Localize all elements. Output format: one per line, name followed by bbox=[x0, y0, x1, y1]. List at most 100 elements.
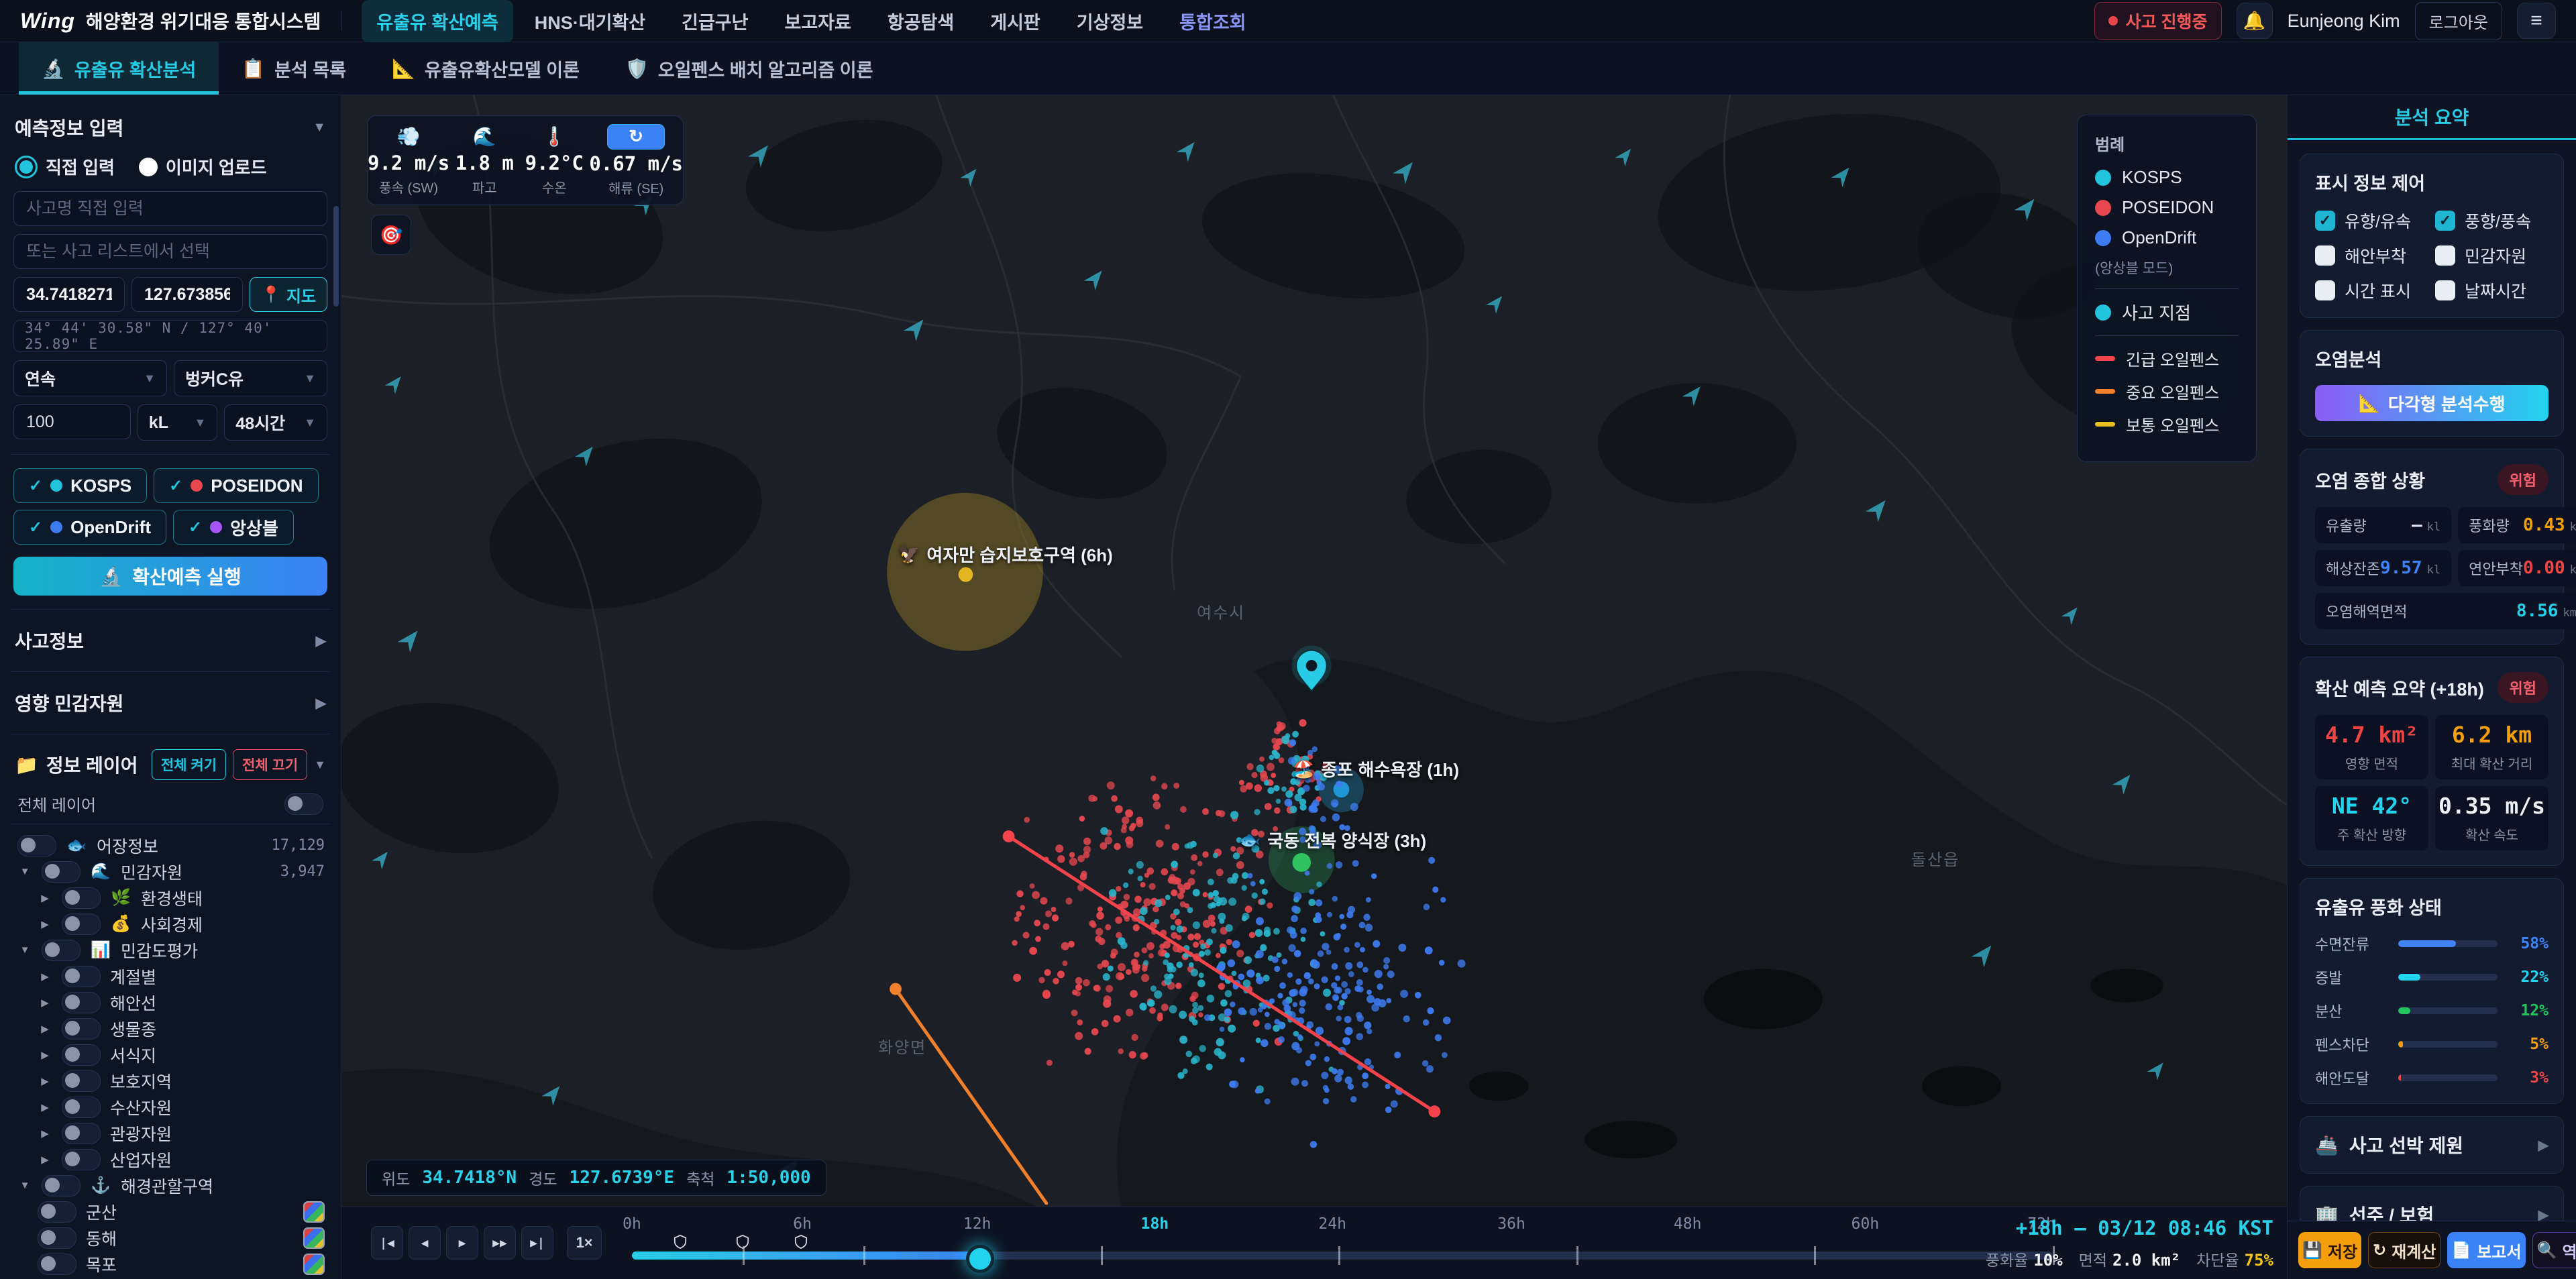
unit-select[interactable]: kL ▼ bbox=[137, 404, 218, 441]
action-역추적[interactable]: 🔍 역추적 bbox=[2532, 1232, 2576, 1268]
chevron-right-icon[interactable]: ▶ bbox=[38, 918, 52, 930]
timeline-track[interactable] bbox=[632, 1245, 2055, 1273]
chevron-right-icon[interactable]: ▶ bbox=[38, 1154, 52, 1166]
action-저장[interactable]: 💾 저장 bbox=[2298, 1232, 2362, 1268]
layer-toggle[interactable] bbox=[62, 965, 101, 987]
nav-item[interactable]: 기상정보 bbox=[1062, 0, 1158, 42]
layer-toggle[interactable] bbox=[42, 860, 80, 883]
model-chip-KOSPS[interactable]: ✓ KOSPS bbox=[13, 468, 148, 503]
oil-type-select[interactable]: 벙커C유 ▼ bbox=[174, 360, 327, 396]
layer-style-swatch[interactable] bbox=[303, 1253, 325, 1275]
latitude-input[interactable] bbox=[13, 277, 125, 312]
owner-insurance-card[interactable]: 🏢 선주 / 보험 ▶ bbox=[2300, 1186, 2564, 1221]
polygon-analysis-button[interactable]: 📐 다각형 분석수행 bbox=[2315, 385, 2548, 421]
pick-on-map-button[interactable]: 📍 지도 bbox=[249, 277, 327, 312]
chevron-right-icon[interactable]: ▶ bbox=[38, 1075, 52, 1087]
layer-row-군산[interactable]: 군산 bbox=[13, 1199, 327, 1225]
layer-row-환경생태[interactable]: ▶ 🌿 환경생태 bbox=[13, 885, 327, 911]
incident-name-input[interactable] bbox=[13, 191, 327, 226]
longitude-input[interactable] bbox=[131, 277, 243, 312]
chevron-right-icon[interactable]: ▶ bbox=[38, 1127, 52, 1139]
chevron-down-icon[interactable]: ▼ bbox=[17, 944, 32, 956]
display-check-날짜시간[interactable]: 날짜시간 bbox=[2435, 278, 2548, 302]
analysis-summary-tab[interactable]: 분석 요약 bbox=[2288, 95, 2576, 140]
all-layers-off-button[interactable]: 전체 끄기 bbox=[233, 749, 308, 780]
action-재계산[interactable]: ↻ 재계산 bbox=[2368, 1232, 2441, 1268]
incident-active-badge[interactable]: 사고 진행중 bbox=[2094, 2, 2222, 40]
nav-item[interactable]: 게시판 bbox=[975, 0, 1055, 42]
chevron-right-icon[interactable]: ▶ bbox=[38, 997, 52, 1009]
action-보고서[interactable]: 📄 보고서 bbox=[2447, 1232, 2526, 1268]
notifications-button[interactable]: 🔔 bbox=[2236, 3, 2273, 39]
display-check-풍향/풍속[interactable]: ✓ 풍향/풍속 bbox=[2435, 209, 2548, 233]
layer-style-swatch[interactable] bbox=[303, 1227, 325, 1249]
layer-row-민감자원[interactable]: ▼ 🌊 민감자원 3,947 bbox=[13, 858, 327, 885]
chevron-right-icon[interactable]: ▶ bbox=[38, 1101, 52, 1113]
layer-toggle[interactable] bbox=[62, 913, 101, 935]
transport-button-1[interactable]: ◀ bbox=[409, 1226, 441, 1260]
transport-button-0[interactable]: |◀ bbox=[371, 1226, 403, 1260]
layer-style-swatch[interactable] bbox=[303, 1201, 325, 1223]
run-prediction-button[interactable]: 🔬 확산예측 실행 bbox=[13, 557, 327, 596]
duration-select[interactable]: 48시간 ▼ bbox=[224, 404, 327, 441]
layer-row-어장정보[interactable]: 🐟 어장정보 17,129 bbox=[13, 832, 327, 858]
radio-direct-input[interactable]: 직접 입력 bbox=[15, 154, 115, 179]
map-canvas[interactable]: 💨 9.2 m/s 풍속 (SW) 🌊 1.8 m 파고 🌡️ 9.2°C 수온 ↻ 0.67 m/… bbox=[341, 95, 2287, 1207]
predict-section-header[interactable]: 예측정보 입력 ▼ bbox=[13, 110, 327, 145]
radio-image-upload[interactable]: 이미지 업로드 bbox=[138, 154, 267, 179]
chevron-right-icon[interactable]: ▶ bbox=[38, 892, 52, 904]
layer-row-보호지역[interactable]: ▶ 보호지역 bbox=[13, 1068, 327, 1094]
layer-toggle[interactable] bbox=[62, 1096, 101, 1118]
amount-input[interactable] bbox=[13, 404, 131, 439]
master-layer-toggle[interactable] bbox=[284, 793, 323, 815]
nav-item[interactable]: 항공탐색 bbox=[873, 0, 969, 42]
nav-item[interactable]: 긴급구난 bbox=[667, 0, 763, 42]
hamburger-menu-button[interactable]: ≡ bbox=[2517, 3, 2556, 39]
layer-toggle[interactable] bbox=[62, 1122, 101, 1144]
model-chip-앙상블[interactable]: ✓ 앙상블 bbox=[173, 510, 294, 545]
transport-button-3[interactable]: ▶▶ bbox=[484, 1226, 516, 1260]
nav-item[interactable]: 통합조회 bbox=[1165, 0, 1260, 42]
layer-row-서식지[interactable]: ▶ 서식지 bbox=[13, 1042, 327, 1068]
tab-분석 목록[interactable]: 📋 분석 목록 bbox=[219, 42, 369, 95]
layer-toggle[interactable] bbox=[38, 1253, 76, 1275]
chevron-right-icon[interactable]: ▶ bbox=[38, 970, 52, 983]
display-check-유향/유속[interactable]: ✓ 유향/유속 bbox=[2315, 209, 2428, 233]
model-chip-OpenDrift[interactable]: ✓ OpenDrift bbox=[13, 510, 166, 545]
timeline-thumb[interactable] bbox=[965, 1245, 994, 1273]
layer-toggle[interactable] bbox=[38, 1227, 76, 1249]
layer-toggle[interactable] bbox=[62, 887, 101, 909]
layer-row-동해[interactable]: 동해 bbox=[13, 1225, 327, 1251]
layer-toggle[interactable] bbox=[17, 834, 56, 856]
layer-toggle[interactable] bbox=[62, 1148, 101, 1170]
layer-row-사회경제[interactable]: ▶ 💰 사회경제 bbox=[13, 911, 327, 937]
nav-item[interactable]: HNS·대기확산 bbox=[520, 0, 660, 42]
layer-toggle[interactable] bbox=[62, 1070, 101, 1092]
chevron-right-icon[interactable]: ▶ bbox=[38, 1023, 52, 1035]
all-layers-on-button[interactable]: 전체 켜기 bbox=[151, 749, 227, 780]
sidebar-scrollbar[interactable] bbox=[333, 206, 339, 307]
nav-item[interactable]: 보고자료 bbox=[769, 0, 865, 42]
vessel-spec-card[interactable]: 🚢 사고 선박 제원 ▶ bbox=[2300, 1116, 2564, 1174]
spill-type-select[interactable]: 연속 ▼ bbox=[13, 360, 167, 396]
transport-button-2[interactable]: ▶ bbox=[446, 1226, 478, 1260]
display-check-민감자원[interactable]: 민감자원 bbox=[2435, 243, 2548, 268]
transport-button-4[interactable]: ▶| bbox=[521, 1226, 553, 1260]
recenter-target-button[interactable]: 🎯 bbox=[371, 215, 411, 255]
playback-speed-button[interactable]: 1× bbox=[567, 1226, 602, 1260]
layer-row-산업자원[interactable]: ▶ 산업자원 bbox=[13, 1146, 327, 1172]
layer-row-수산자원[interactable]: ▶ 수산자원 bbox=[13, 1094, 327, 1120]
logout-button[interactable]: 로그아웃 bbox=[2414, 1, 2502, 40]
layer-row-생물종[interactable]: ▶ 생물종 bbox=[13, 1015, 327, 1042]
incident-list-input[interactable] bbox=[13, 234, 327, 269]
chevron-right-icon[interactable]: ▶ bbox=[38, 1049, 52, 1061]
layer-row-계절별[interactable]: ▶ 계절별 bbox=[13, 963, 327, 989]
layer-toggle[interactable] bbox=[42, 939, 80, 961]
layer-toggle[interactable] bbox=[62, 1044, 101, 1066]
chevron-down-icon[interactable]: ▼ bbox=[17, 1180, 32, 1191]
layer-toggle[interactable] bbox=[38, 1201, 76, 1223]
layer-row-관광자원[interactable]: ▶ 관광자원 bbox=[13, 1120, 327, 1146]
tab-오일펜스 배치 알고리즘 이론[interactable]: 🛡️ 오일펜스 배치 알고리즘 이론 bbox=[602, 42, 896, 95]
tab-유출유 확산분석[interactable]: 🔬 유출유 확산분석 bbox=[19, 42, 219, 95]
impact-resources-section[interactable]: 영향 민감자원 ▶ bbox=[13, 685, 327, 720]
